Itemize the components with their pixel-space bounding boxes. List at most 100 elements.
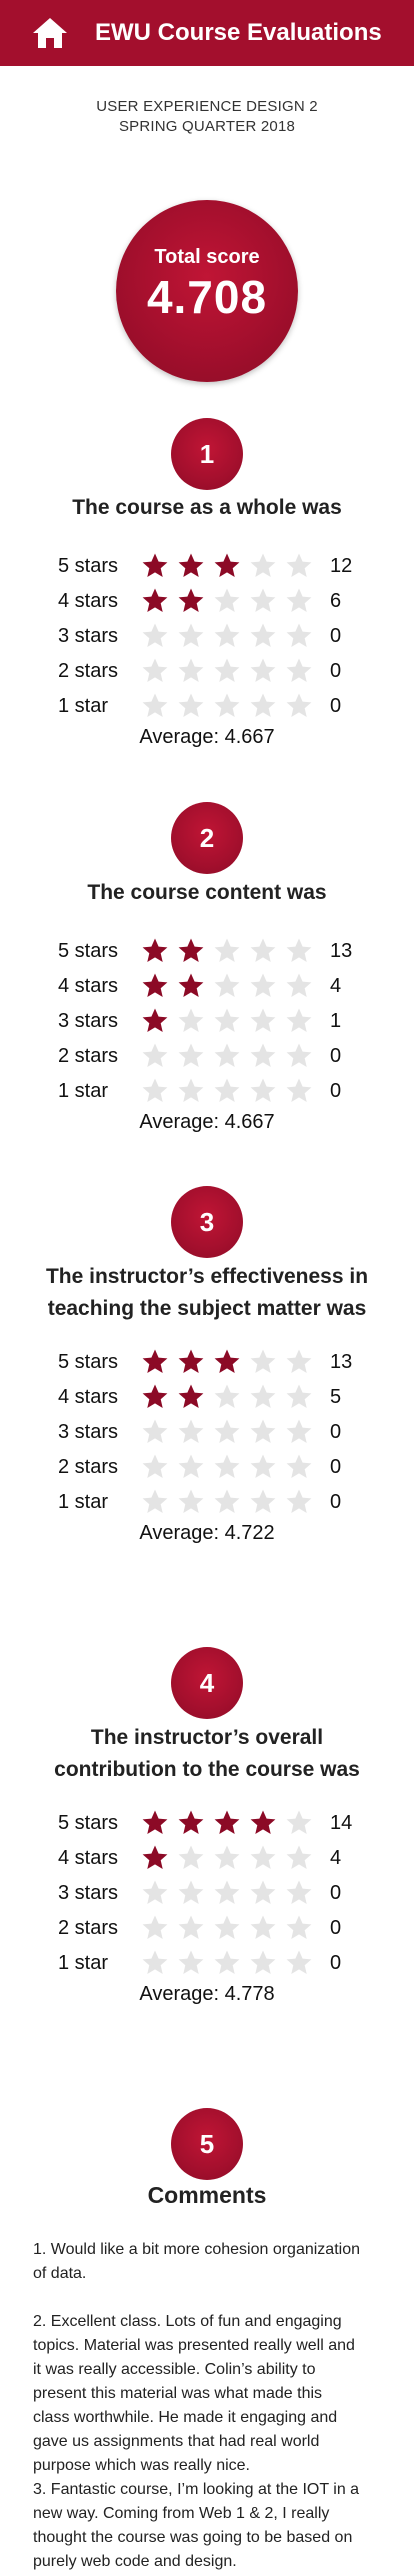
- rating-row: 2 stars 0: [58, 1041, 358, 1071]
- comment-line: class worthwhile. He made it engaging an…: [33, 2409, 338, 2426]
- rating-count: 0: [330, 695, 342, 717]
- star-empty-icon: [214, 1454, 240, 1478]
- rating-row: 4 stars 5: [58, 1382, 358, 1412]
- comment-line: purely web code and design.: [33, 2553, 237, 2570]
- star-empty-icon: [178, 1489, 204, 1513]
- rating-row: 4 stars 6: [58, 586, 358, 616]
- average-score: Average: 4.667: [139, 726, 275, 748]
- star-empty-icon: [286, 1880, 312, 1904]
- star-empty-icon: [286, 1845, 312, 1869]
- star-filled-icon: [214, 1349, 240, 1373]
- star-empty-icon: [214, 1078, 240, 1102]
- comment-item: 1. Would like a bit more cohesion organi…: [33, 2238, 383, 2286]
- comments-title: Comments: [147, 2182, 267, 2208]
- rating-label: 5 stars: [58, 1351, 119, 1373]
- rating-label: 1 star: [58, 1080, 109, 1102]
- question-number-badge: 4: [171, 1647, 243, 1719]
- star-empty-icon: [286, 658, 312, 682]
- star-empty-icon: [250, 1349, 276, 1373]
- comment-line: present this material was what made this: [33, 2385, 323, 2402]
- rating-label: 1 star: [58, 1491, 109, 1513]
- star-empty-icon: [214, 1950, 240, 1974]
- question-title: The course as a whole was: [72, 496, 342, 519]
- section-number-badge: 5: [171, 2108, 243, 2180]
- star-empty-icon: [142, 693, 168, 717]
- star-empty-icon: [250, 1454, 276, 1478]
- star-empty-icon: [142, 658, 168, 682]
- rating-count: 0: [330, 1080, 342, 1102]
- star-filled-icon: [178, 1384, 204, 1408]
- course-term: SPRING QUARTER 2018: [118, 118, 296, 135]
- star-empty-icon: [250, 1489, 276, 1513]
- star-empty-icon: [142, 1880, 168, 1904]
- rating-row: 4 stars 4: [58, 1843, 358, 1873]
- star-empty-icon: [214, 658, 240, 682]
- star-filled-icon: [142, 1384, 168, 1408]
- comment-line: 2. Excellent class. Lots of fun and enga…: [33, 2313, 342, 2330]
- comment-line: 3. Fantastic course, I’m looking at the …: [33, 2481, 360, 2498]
- star-empty-icon: [214, 1489, 240, 1513]
- rating-row: 2 stars 0: [58, 1913, 358, 1943]
- star-filled-icon: [178, 588, 204, 612]
- course-name: USER EXPERIENCE DESIGN 2: [96, 98, 318, 115]
- rating-label: 2 stars: [58, 1917, 119, 1939]
- rating-row: 5 stars 13: [58, 1347, 358, 1377]
- rating-row: 2 stars 0: [58, 1452, 358, 1482]
- app-title: EWU Course Evaluations: [95, 19, 382, 46]
- star-filled-icon: [142, 1349, 168, 1373]
- star-empty-icon: [286, 693, 312, 717]
- question-number-badge: 2: [171, 802, 243, 874]
- rating-label: 2 stars: [58, 1045, 119, 1067]
- star-empty-icon: [250, 1008, 276, 1032]
- star-empty-icon: [286, 1349, 312, 1373]
- total-score-label: Total score: [154, 246, 260, 268]
- rating-row: 5 stars 14: [58, 1808, 358, 1838]
- rating-count: 12: [330, 555, 353, 577]
- star-empty-icon: [250, 553, 276, 577]
- total-score-value: 4.708: [146, 271, 268, 323]
- rating-count: 0: [330, 1882, 342, 1904]
- question-title: The course content was: [87, 881, 327, 904]
- average-score: Average: 4.722: [139, 1522, 275, 1544]
- rating-row: 2 stars 0: [58, 656, 358, 686]
- star-filled-icon: [142, 973, 168, 997]
- rating-label: 3 stars: [58, 1421, 119, 1443]
- home-icon[interactable]: [31, 16, 69, 50]
- question-title-line-2: contribution to the course was: [54, 1758, 360, 1781]
- star-filled-icon: [142, 588, 168, 612]
- star-filled-icon: [142, 1008, 168, 1032]
- star-filled-icon: [142, 1810, 168, 1834]
- star-empty-icon: [250, 693, 276, 717]
- star-empty-icon: [214, 1845, 240, 1869]
- total-score-badge: Total score 4.708: [116, 200, 298, 382]
- question-number-badge: 1: [171, 418, 243, 490]
- star-filled-icon: [142, 553, 168, 577]
- rating-count: 6: [330, 590, 342, 612]
- star-empty-icon: [178, 1419, 204, 1443]
- comment-line: 1. Would like a bit more cohesion organi…: [33, 2241, 360, 2258]
- star-empty-icon: [214, 1419, 240, 1443]
- star-empty-icon: [178, 1950, 204, 1974]
- star-filled-icon: [178, 1349, 204, 1373]
- star-empty-icon: [178, 1078, 204, 1102]
- star-empty-icon: [214, 1915, 240, 1939]
- rating-label: 3 stars: [58, 1882, 119, 1904]
- rating-row: 1 star 0: [58, 1487, 358, 1517]
- rating-row: 3 stars 1: [58, 1006, 358, 1036]
- star-empty-icon: [250, 1915, 276, 1939]
- star-empty-icon: [214, 1008, 240, 1032]
- rating-row: 1 star 0: [58, 691, 358, 721]
- star-empty-icon: [250, 1043, 276, 1067]
- comment-line: it was really accessible. Colin’s abilit…: [33, 2361, 316, 2378]
- star-filled-icon: [178, 973, 204, 997]
- rating-count: 0: [330, 1421, 342, 1443]
- comment-line: thought the course was going to be based…: [33, 2529, 353, 2546]
- star-filled-icon: [250, 1810, 276, 1834]
- star-empty-icon: [178, 623, 204, 647]
- star-empty-icon: [286, 553, 312, 577]
- comment-item: 3. Fantastic course, I’m looking at the …: [33, 2478, 383, 2574]
- star-empty-icon: [286, 1008, 312, 1032]
- star-filled-icon: [178, 938, 204, 962]
- rating-label: 2 stars: [58, 660, 119, 682]
- rating-count: 4: [330, 975, 342, 997]
